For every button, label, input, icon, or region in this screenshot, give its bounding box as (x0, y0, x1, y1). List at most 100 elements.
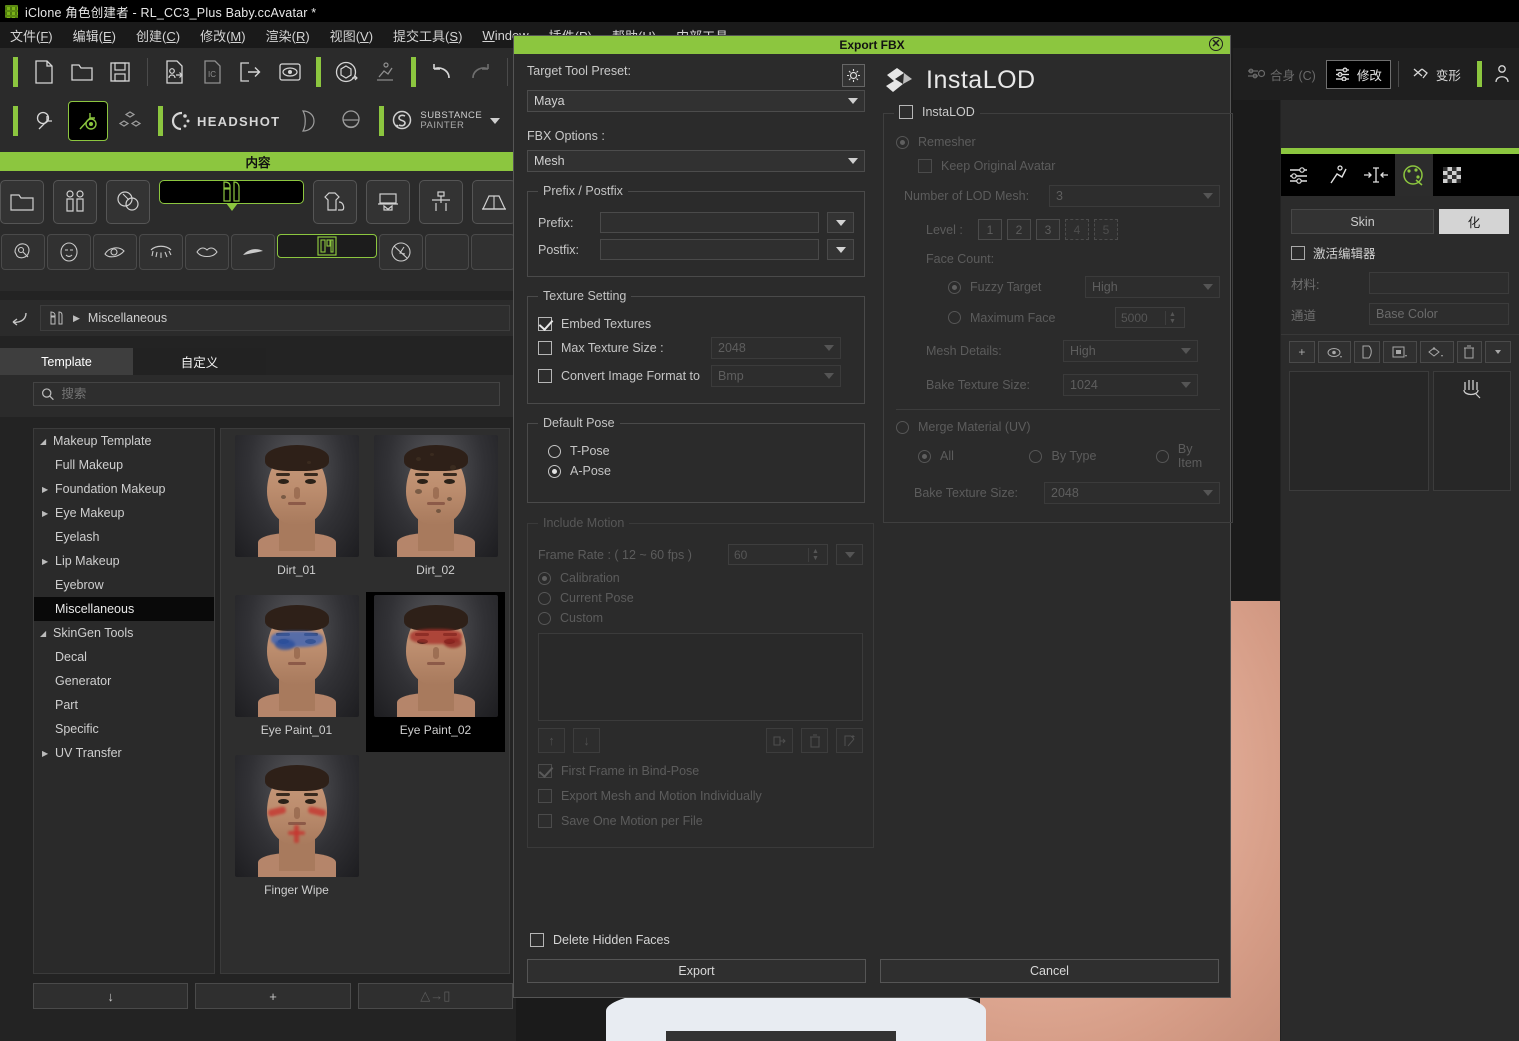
first-frame-bind-pose-row[interactable]: First Frame in Bind-Pose (538, 764, 863, 778)
level-buttons[interactable]: 12345 (978, 219, 1123, 240)
menu-item-1[interactable]: 编辑(E) (63, 23, 126, 48)
merge-by-type-radio[interactable] (1029, 449, 1043, 463)
breadcrumb[interactable]: ▶ Miscellaneous (40, 305, 510, 331)
embed-textures-row[interactable]: Embed Textures (538, 317, 854, 331)
fuzzy-target-row[interactable]: Fuzzy Target High (896, 276, 1220, 298)
bake-texture-size-combo[interactable]: 1024 (1063, 374, 1198, 396)
delete-button[interactable] (1456, 341, 1483, 363)
merge-material-radio[interactable] (896, 420, 909, 434)
subcat-empty-2[interactable] (471, 234, 515, 270)
remesher-row[interactable]: Remesher (896, 135, 1220, 149)
embed-textures-checkbox[interactable] (538, 317, 552, 331)
category-avatar[interactable] (53, 180, 97, 224)
max-texture-size-combo[interactable]: 2048 (711, 337, 841, 359)
skin-button[interactable]: Skin (1291, 209, 1434, 234)
subcat-eye[interactable] (93, 234, 137, 270)
number-of-lod-mesh-combo[interactable]: 3 (1049, 185, 1220, 207)
spinner-up-icon[interactable]: ▲ (809, 548, 822, 555)
keep-original-avatar-row[interactable]: Keep Original Avatar (896, 159, 1220, 173)
tree-item-makeup-template[interactable]: ◢ Makeup Template (34, 429, 214, 453)
chevron-down-icon[interactable] (490, 118, 501, 124)
menu-item-0[interactable]: 文件(F) (0, 23, 63, 48)
save-one-motion-per-file-row[interactable]: Save One Motion per File (538, 814, 863, 828)
enable-editor-row[interactable]: 激活编辑器 (1281, 243, 1519, 262)
merge-button[interactable] (1419, 341, 1454, 363)
gear-icon[interactable] (842, 64, 865, 87)
thumbnail-item[interactable]: Dirt_02 (366, 432, 505, 592)
add-button[interactable]: + (195, 983, 351, 1009)
a-pose-radio[interactable] (548, 464, 561, 478)
tree-item-specific[interactable]: Specific (34, 717, 214, 741)
category-makeup[interactable] (159, 180, 304, 211)
export-mesh-motion-individually-checkbox[interactable] (538, 789, 552, 803)
calibration-row[interactable]: Calibration (538, 571, 863, 585)
import-avatar-button[interactable] (158, 53, 192, 91)
substance-painter-button[interactable]: SUBSTANCE PAINTER (391, 109, 501, 133)
level-button-2[interactable]: 2 (1007, 219, 1031, 240)
add-layer-button[interactable]: + (1289, 341, 1315, 363)
fbx-options-combo[interactable]: Mesh (527, 150, 865, 172)
tree-item-generator[interactable]: Generator (34, 669, 214, 693)
material-field[interactable] (1369, 272, 1509, 294)
motion-export-button[interactable] (368, 53, 402, 91)
tab-modify[interactable]: 修改 (1325, 59, 1391, 89)
more-button[interactable] (1485, 341, 1512, 363)
instalod-enable-row[interactable]: InstaLOD (894, 105, 980, 119)
level-button-4[interactable]: 4 (1065, 219, 1089, 240)
maximum-face-radio[interactable] (948, 311, 961, 324)
preview-button[interactable] (273, 53, 307, 91)
category-accessory[interactable] (366, 180, 410, 224)
mode-tabs[interactable]: 合身 (C) 修改 变形 (1233, 48, 1519, 100)
back-button[interactable] (0, 301, 40, 335)
tree-item-uv-transfer[interactable]: ▶ UV Transfer (34, 741, 214, 765)
merge-by-item-radio[interactable] (1155, 449, 1169, 463)
merge-all-radio[interactable] (918, 449, 931, 463)
template-tree[interactable]: ◢ Makeup Template Full Makeup ▶ Foundation M… (33, 428, 215, 974)
fuzzy-target-combo[interactable]: High (1085, 276, 1220, 298)
cube-export-button[interactable] (330, 53, 364, 91)
menu-item-2[interactable]: 创建(C) (126, 23, 190, 48)
maximum-face-spinner[interactable]: 5000 ▲ ▼ (1115, 307, 1185, 328)
fuzzy-target-radio[interactable] (948, 280, 961, 294)
apply-button[interactable]: ↓ (33, 983, 189, 1009)
export-fbx-button[interactable] (234, 53, 268, 91)
spinner-down-icon[interactable]: ▼ (1166, 318, 1179, 325)
postfix-dropdown-button[interactable] (827, 239, 854, 260)
save-file-button[interactable] (103, 53, 137, 91)
custom-row[interactable]: Custom (538, 611, 863, 625)
delete-motion-button[interactable] (801, 728, 828, 753)
redo-button[interactable] (463, 53, 497, 91)
prefix-input[interactable] (600, 212, 819, 233)
calibration-radio[interactable] (538, 571, 551, 585)
tab-material[interactable] (1395, 154, 1433, 196)
create-avatar-button[interactable] (27, 102, 65, 140)
subcat-head-sculpt[interactable] (1, 234, 45, 270)
headshot-button[interactable]: HEADSHOT (170, 111, 280, 131)
current-pose-radio[interactable] (538, 591, 551, 605)
thumbnail-item[interactable]: Finger Wipe (227, 752, 366, 912)
category-pose[interactable] (419, 180, 463, 224)
subcat-skingen[interactable] (379, 234, 423, 270)
convert-image-format-combo[interactable]: Bmp (711, 365, 841, 387)
category-skin[interactable] (106, 180, 150, 224)
tab-attributes[interactable] (1281, 154, 1319, 196)
right-panel-tabs[interactable] (1281, 154, 1519, 196)
subcat-eyebrow[interactable] (231, 234, 275, 270)
content-tabs[interactable]: Template 自定义 (0, 348, 516, 375)
search-box[interactable] (33, 382, 500, 406)
t-pose-row[interactable]: T-Pose (538, 444, 854, 458)
custom-radio[interactable] (538, 611, 551, 625)
load-motion-button[interactable] (766, 728, 793, 753)
first-frame-bind-pose-checkbox[interactable] (538, 764, 552, 778)
thumbnail-item[interactable]: Dirt_01 (227, 432, 366, 592)
visibility-button[interactable] (1317, 341, 1352, 363)
head-morph-button[interactable] (332, 102, 370, 140)
tree-item-miscellaneous[interactable]: Miscellaneous (34, 597, 214, 621)
convert-button[interactable]: △→▯ (357, 983, 513, 1009)
mesh-details-combo[interactable]: High (1063, 340, 1198, 362)
spinner-up-icon[interactable]: ▲ (1166, 311, 1179, 318)
mask-button[interactable] (1383, 341, 1417, 363)
remesher-radio[interactable] (896, 135, 909, 149)
menu-item-4[interactable]: 渲染(R) (256, 23, 320, 48)
level-button-5[interactable]: 5 (1094, 219, 1118, 240)
